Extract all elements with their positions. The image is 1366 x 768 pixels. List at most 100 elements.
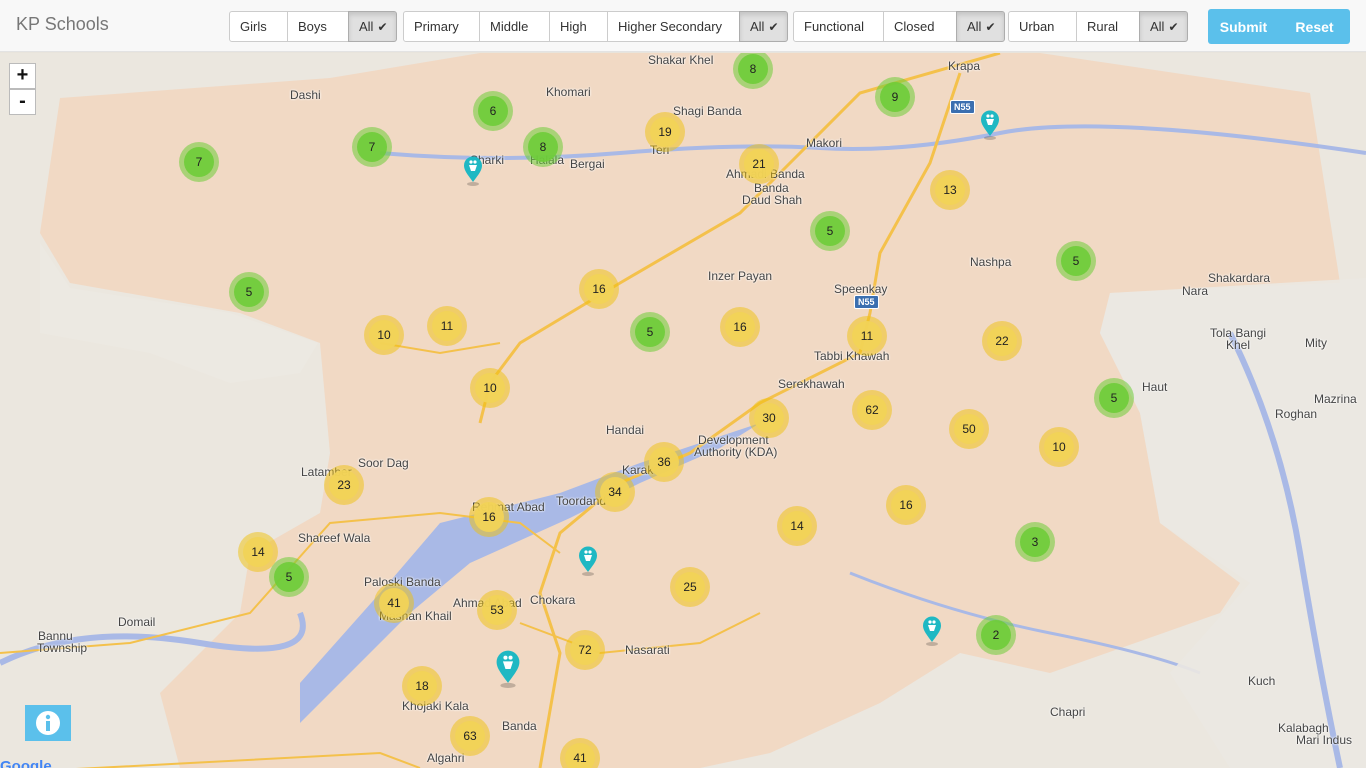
cluster-count: 72 [570, 635, 600, 665]
cluster-count: 6 [478, 96, 508, 126]
cluster-count: 5 [635, 317, 665, 347]
place-label: Chapri [1050, 705, 1086, 719]
filter-boys-button[interactable]: Boys [287, 11, 349, 42]
cluster-count: 11 [852, 321, 882, 351]
filter-gender-all-button[interactable]: All ✔ [348, 11, 397, 42]
cluster-marker-yellow[interactable]: 19 [645, 112, 685, 152]
cluster-count: 16 [474, 502, 504, 532]
cluster-marker-yellow[interactable]: 16 [579, 269, 619, 309]
cluster-count: 7 [357, 132, 387, 162]
cluster-marker-yellow[interactable]: 22 [982, 321, 1022, 361]
cluster-marker-yellow[interactable]: 34 [595, 472, 635, 512]
cluster-marker-yellow[interactable]: 62 [852, 390, 892, 430]
cluster-count: 3 [1020, 527, 1050, 557]
cluster-count: 25 [675, 572, 705, 602]
cluster-marker-yellow[interactable]: 23 [324, 465, 364, 505]
cluster-marker-yellow[interactable]: 25 [670, 567, 710, 607]
cluster-count: 5 [274, 562, 304, 592]
filter-level-all-button[interactable]: All ✔ [739, 11, 788, 42]
place-label: Mity [1305, 336, 1327, 350]
filter-middle-button[interactable]: Middle [479, 11, 550, 42]
road-shield: N55 [950, 100, 975, 114]
cluster-marker-yellow[interactable]: 53 [477, 590, 517, 630]
cluster-marker-green[interactable]: 6 [473, 91, 513, 131]
cluster-marker-yellow[interactable]: 11 [847, 316, 887, 356]
cluster-count: 50 [954, 414, 984, 444]
cluster-marker-yellow[interactable]: 10 [470, 368, 510, 408]
cluster-count: 10 [475, 373, 505, 403]
cluster-marker-green[interactable]: 5 [1094, 378, 1134, 418]
zoom-out-button[interactable]: - [9, 89, 36, 115]
place-label: Mari Indus [1296, 733, 1353, 747]
cluster-marker-yellow[interactable]: 36 [644, 442, 684, 482]
cluster-marker-yellow[interactable]: 13 [930, 170, 970, 210]
cluster-count: 16 [725, 312, 755, 342]
filter-functional-button[interactable]: Functional [793, 11, 884, 42]
status-all-label: All [967, 19, 982, 34]
school-marker-icon[interactable] [922, 616, 942, 651]
cluster-marker-green[interactable]: 5 [630, 312, 670, 352]
cluster-marker-green[interactable]: 9 [875, 77, 915, 117]
place-label: Serekhawah [778, 377, 845, 391]
cluster-count: 10 [1044, 432, 1074, 462]
cluster-marker-green[interactable]: 7 [179, 142, 219, 182]
cluster-marker-yellow[interactable]: 11 [427, 306, 467, 346]
cluster-marker-yellow[interactable]: 10 [1039, 427, 1079, 467]
cluster-marker-yellow[interactable]: 16 [886, 485, 926, 525]
submit-button[interactable]: Submit [1208, 9, 1279, 44]
place-label: Shakar Khel [648, 53, 714, 67]
cluster-marker-yellow[interactable]: 18 [402, 666, 442, 706]
cluster-count: 2 [981, 620, 1011, 650]
area-filter: Urban Rural All ✔ [1008, 11, 1188, 42]
cluster-count: 9 [880, 82, 910, 112]
cluster-count: 41 [565, 743, 595, 768]
cluster-marker-yellow[interactable]: 16 [720, 307, 760, 347]
place-label: Township [37, 641, 88, 655]
place-label: Kuch [1248, 674, 1276, 688]
cluster-marker-green[interactable]: 5 [810, 211, 850, 251]
map[interactable]: + - Dashi Khomari Shakar Khel Krapa Shagi Ba… [0, 53, 1366, 768]
filter-primary-button[interactable]: Primary [403, 11, 480, 42]
filter-closed-button[interactable]: Closed [883, 11, 957, 42]
cluster-marker-yellow[interactable]: 63 [450, 716, 490, 756]
reset-button[interactable]: Reset [1279, 9, 1350, 44]
cluster-marker-green[interactable]: 3 [1015, 522, 1055, 562]
zoom-in-button[interactable]: + [9, 63, 36, 89]
place-label: Khomari [546, 85, 591, 99]
school-marker-icon[interactable] [980, 110, 1000, 145]
cluster-marker-green[interactable]: 8 [523, 127, 563, 167]
cluster-marker-green[interactable]: 5 [1056, 241, 1096, 281]
filter-higher-secondary-button[interactable]: Higher Secondary [607, 11, 740, 42]
action-buttons: Submit Reset [1208, 9, 1350, 44]
cluster-marker-green[interactable]: 7 [352, 127, 392, 167]
cluster-marker-yellow[interactable]: 21 [739, 144, 779, 184]
place-label: Mazrina [1314, 392, 1357, 406]
filter-rural-button[interactable]: Rural [1076, 11, 1140, 42]
cluster-marker-yellow[interactable]: 41 [374, 583, 414, 623]
cluster-marker-green[interactable]: 2 [976, 615, 1016, 655]
filter-urban-button[interactable]: Urban [1008, 11, 1077, 42]
cluster-marker-green[interactable]: 5 [269, 557, 309, 597]
cluster-marker-yellow[interactable]: 50 [949, 409, 989, 449]
gender-all-label: All [359, 19, 374, 34]
cluster-marker-green[interactable]: 5 [229, 272, 269, 312]
info-button[interactable] [25, 705, 71, 741]
cluster-marker-yellow[interactable]: 16 [469, 497, 509, 537]
cluster-count: 8 [738, 54, 768, 84]
filter-area-all-button[interactable]: All ✔ [1139, 11, 1188, 42]
school-marker-icon[interactable] [495, 650, 521, 693]
cluster-marker-yellow[interactable]: 30 [749, 398, 789, 438]
cluster-marker-yellow[interactable]: 72 [565, 630, 605, 670]
place-label: Krapa [948, 59, 981, 73]
cluster-count: 36 [649, 447, 679, 477]
filter-high-button[interactable]: High [549, 11, 608, 42]
filter-girls-button[interactable]: Girls [229, 11, 288, 42]
brand-title[interactable]: KP Schools [16, 14, 109, 35]
app: KP Schools Girls Boys All ✔ Primary Middl… [0, 0, 1366, 768]
filter-status-all-button[interactable]: All ✔ [956, 11, 1005, 42]
school-marker-icon[interactable] [578, 546, 598, 581]
school-marker-icon[interactable] [463, 156, 483, 191]
cluster-count: 62 [857, 395, 887, 425]
cluster-marker-yellow[interactable]: 14 [777, 506, 817, 546]
cluster-marker-yellow[interactable]: 10 [364, 315, 404, 355]
